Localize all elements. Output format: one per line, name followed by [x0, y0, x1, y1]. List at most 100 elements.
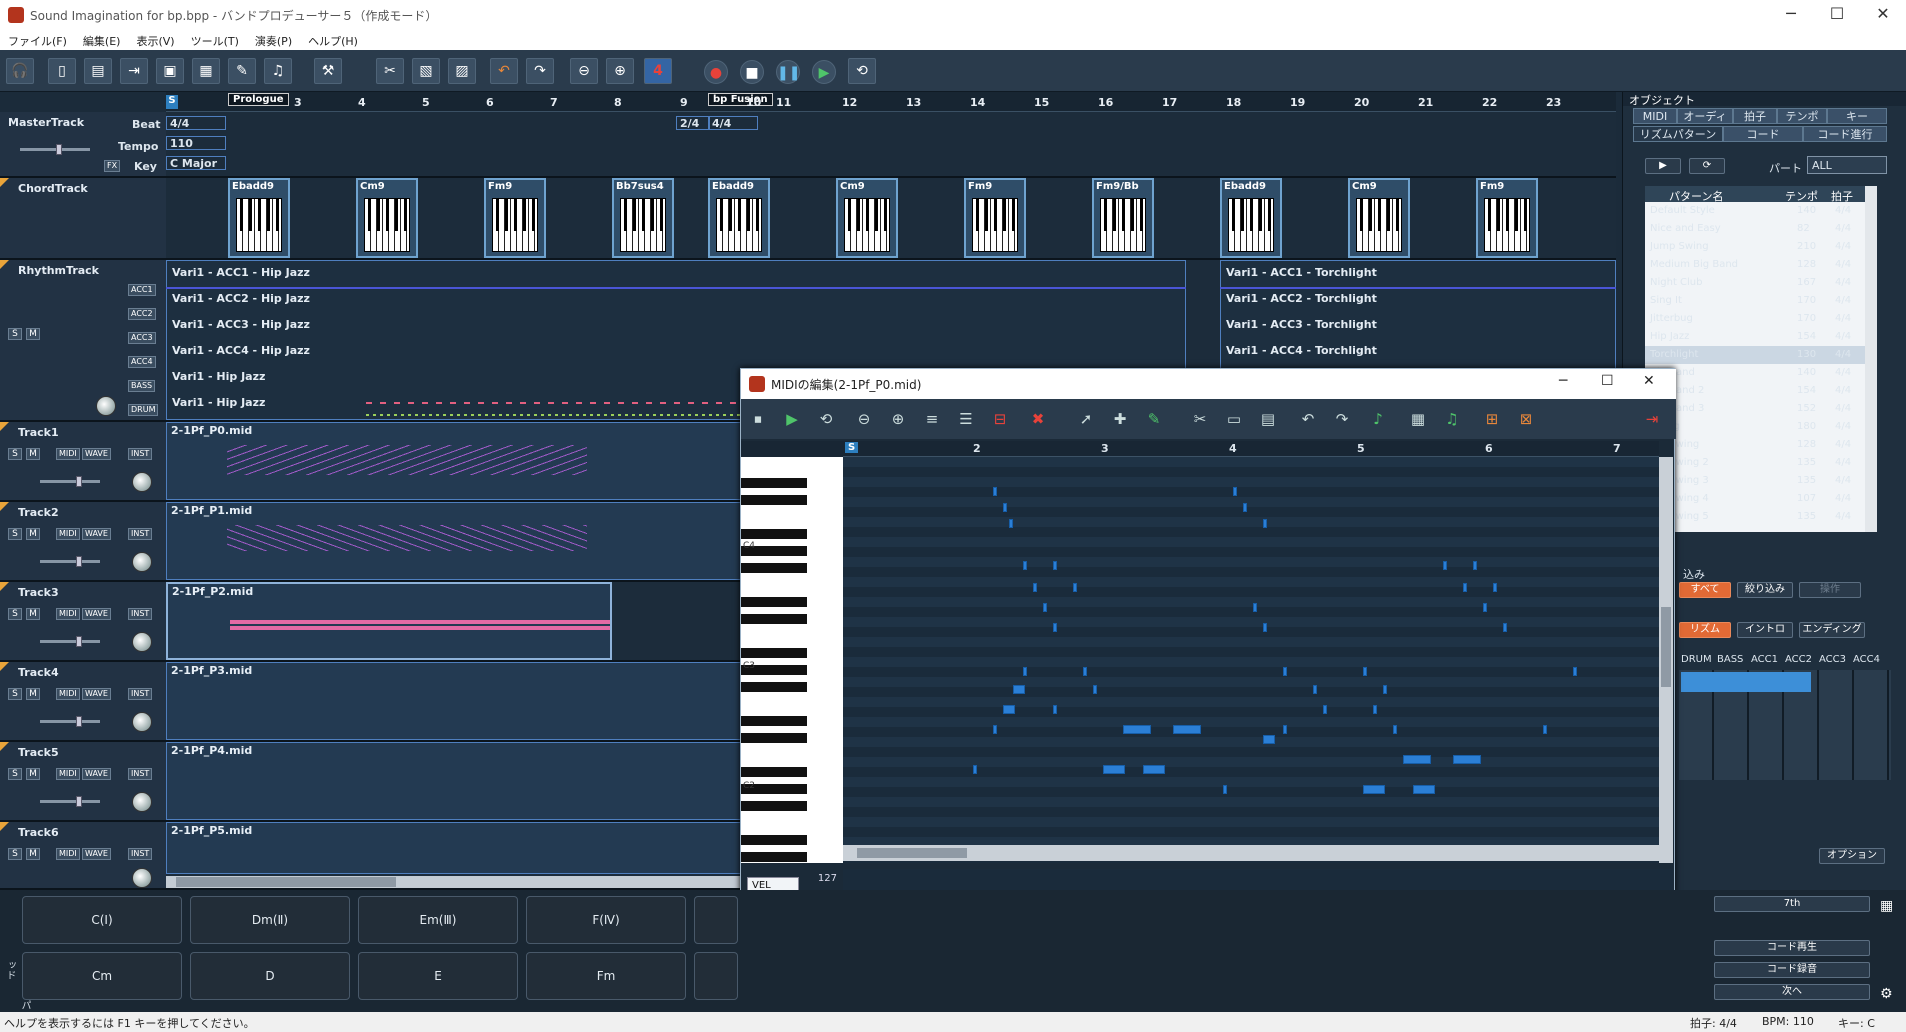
marker-prologue[interactable]: Prologue [228, 93, 289, 106]
tab-chord[interactable]: コード [1723, 126, 1803, 142]
midi-note[interactable] [1573, 667, 1577, 676]
chord-pad[interactable]: Cm [22, 952, 182, 1000]
filter-op-button[interactable]: 操作 [1799, 582, 1861, 598]
open-file-icon[interactable]: ▤ [84, 58, 112, 84]
chord-block[interactable]: Bb7sus4 [612, 178, 674, 258]
chord-block[interactable]: Cm9 [836, 178, 898, 258]
midi-button[interactable]: MIDI [56, 768, 80, 780]
midi-button[interactable]: MIDI [56, 608, 80, 620]
tab-audio[interactable]: オーディオ [1677, 108, 1733, 139]
midi-note[interactable] [1383, 685, 1387, 694]
beat-change[interactable]: 2/4 [676, 116, 710, 130]
midi-note[interactable] [1009, 519, 1013, 528]
midi-note[interactable] [1003, 503, 1007, 512]
midi-button[interactable]: MIDI [56, 528, 80, 540]
pattern-list[interactable]: Default Style 140 4/4 Nice and Easy 82 4/4 Jum… [1645, 202, 1865, 532]
midi-note[interactable] [1053, 561, 1057, 570]
midi-button[interactable]: MIDI [56, 448, 80, 460]
category-intro-button[interactable]: イントロ [1737, 622, 1793, 638]
midi-note[interactable] [1283, 667, 1287, 676]
pattern-row[interactable]: Nice and Easy 82 4/4 [1645, 220, 1865, 238]
acc4-button[interactable]: ACC4 [128, 356, 156, 368]
chord-track-header[interactable]: ChordTrack [0, 178, 166, 260]
music-note-icon[interactable]: ♫ [264, 58, 292, 84]
volume-slider[interactable] [40, 556, 100, 567]
midi-note[interactable] [1503, 623, 1507, 632]
midi-note[interactable] [1263, 519, 1267, 528]
pattern-row[interactable]: Big Band1404/4 [1645, 364, 1865, 382]
copy-icon[interactable]: ▭ [1221, 407, 1247, 431]
midi-note[interactable] [1363, 785, 1385, 794]
category-ending-button[interactable]: エンディング [1799, 622, 1865, 638]
solo-button[interactable]: S [8, 448, 22, 460]
timeline-ruler[interactable]: Prologue bp Fusion 3 4 5 6 7 8 9 10 11 1… [166, 92, 1616, 112]
stop-icon[interactable]: ⏹ [745, 407, 771, 431]
acc3-button[interactable]: ACC3 [128, 332, 156, 344]
undo-icon[interactable]: ↶ [490, 58, 518, 84]
loop-icon[interactable]: ⟲ [848, 58, 876, 84]
tab-beat[interactable]: 拍子 [1733, 108, 1777, 124]
pan-knob[interactable] [132, 712, 152, 732]
refresh-icon[interactable]: ⟳ [1689, 158, 1725, 174]
mute-button[interactable]: M [26, 448, 40, 460]
midi-note[interactable] [1283, 725, 1287, 734]
menu-help[interactable]: ヘルプ(H) [300, 30, 366, 49]
zoom-in-icon[interactable]: ⊕ [885, 407, 911, 431]
chord-pad[interactable]: C(Ⅰ) [22, 896, 182, 944]
midi-note[interactable] [1003, 705, 1015, 714]
minimize-button[interactable]: ─ [1768, 0, 1814, 30]
wave-button[interactable]: WAVE [82, 848, 111, 860]
midi-note[interactable] [1263, 735, 1275, 744]
headphones-icon[interactable]: 🎧 [6, 58, 34, 84]
pattern-scrollbar[interactable] [1865, 186, 1877, 532]
record-icon[interactable]: ● [704, 60, 728, 84]
black-key[interactable] [741, 478, 807, 488]
track1-header[interactable]: Track1 S M MIDI WAVE INST [0, 422, 166, 502]
chord-block[interactable]: Fm9 [964, 178, 1026, 258]
pattern-row[interactable]: Big Band 2 154 4/4 [1645, 382, 1865, 400]
chord-record-button[interactable]: コード録音 [1714, 962, 1870, 978]
maximize-button[interactable]: ☐ [1601, 373, 1614, 389]
track5-header[interactable]: Track5 S M MIDI WAVE INST [0, 742, 166, 822]
midi-note[interactable] [1173, 725, 1201, 734]
note-icon[interactable]: ♫ [1439, 407, 1465, 431]
preview-play-icon[interactable]: ▶ [1645, 158, 1681, 174]
category-rhythm-button[interactable]: リズム [1679, 622, 1731, 638]
black-key[interactable] [741, 529, 807, 539]
play-icon[interactable]: ▶ [779, 407, 805, 431]
mute-button[interactable]: M [26, 528, 40, 540]
new-file-icon[interactable]: ▯ [48, 58, 76, 84]
redo-icon[interactable]: ↷ [1329, 407, 1355, 431]
marker-bp-fusion[interactable]: bp Fusion [708, 93, 773, 106]
seventh-button[interactable]: 7th [1714, 896, 1870, 912]
chord-block[interactable]: Fm9 [484, 178, 546, 258]
insert-icon[interactable]: ⊞ [1479, 407, 1505, 431]
pattern-row[interactable]: um Swing1284/4 [1645, 436, 1865, 454]
bass-button[interactable]: BASS [128, 380, 156, 392]
tab-rhythm-pattern[interactable]: リズムパターン [1633, 126, 1723, 142]
solo-button[interactable]: S [8, 848, 22, 860]
black-key[interactable] [741, 835, 807, 845]
midi-note[interactable] [1313, 685, 1317, 694]
pattern-row[interactable]: Jitterbug 170 4/4 [1645, 310, 1865, 328]
midi-note[interactable] [1023, 667, 1027, 676]
black-key[interactable] [741, 563, 807, 573]
piano-roll-ruler[interactable]: S 2 3 4 5 6 7 [843, 441, 1659, 457]
tool-icon[interactable]: ⚒ [314, 58, 342, 84]
filter-all-button[interactable]: すべて [1679, 582, 1731, 598]
rhythm-track-header[interactable]: RhythmTrack ACC1 ACC2 ACC3 ACC4 BASS DRU… [0, 260, 166, 422]
midi-note[interactable] [973, 765, 977, 774]
midi-note[interactable] [1463, 583, 1467, 592]
chord-block[interactable]: Ebadd9 [708, 178, 770, 258]
midi-clip[interactable]: 2-1Pf_P2.mid [166, 582, 612, 660]
midi-note[interactable] [1543, 725, 1547, 734]
chord-pad[interactable] [694, 896, 738, 944]
chord-pad[interactable]: Dm(Ⅱ) [190, 896, 350, 944]
inst-button[interactable]: INST [128, 848, 153, 860]
chord-lane[interactable]: Ebadd9 Cm9 Fm9 Bb7sus4 Ebadd9 Cm9 Fm9 Fm… [166, 178, 1616, 260]
midi-note[interactable] [1083, 667, 1087, 676]
chord-block[interactable]: Ebadd9 [228, 178, 290, 258]
pan-knob[interactable] [132, 792, 152, 812]
zoom-out-icon[interactable]: ⊖ [570, 58, 598, 84]
pattern-row[interactable]: um Swing 2 135 4/4 [1645, 454, 1865, 472]
